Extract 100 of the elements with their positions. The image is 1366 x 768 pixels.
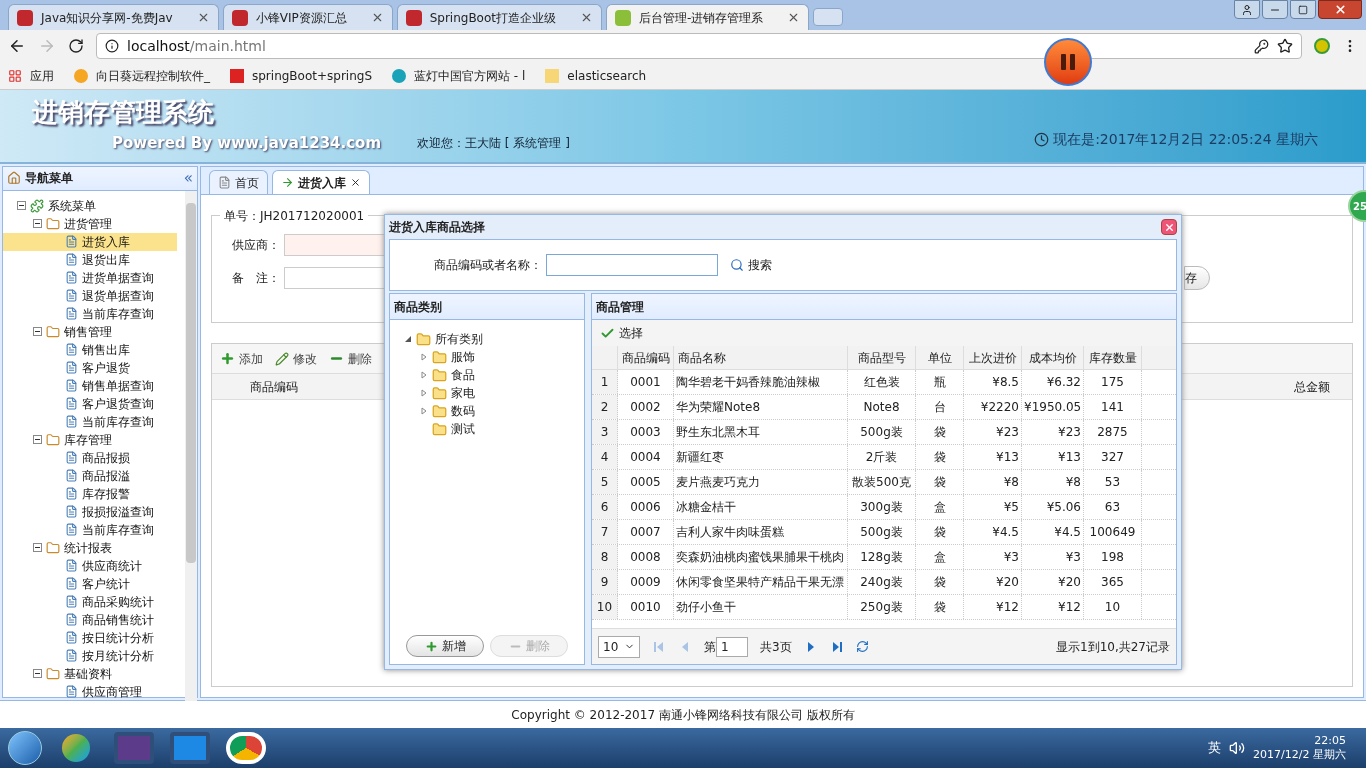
page-summary: 显示1到10,共27记录	[1056, 638, 1170, 656]
table-cell: ¥23	[1022, 420, 1084, 444]
dialog-title: 进货入库商品选择	[389, 219, 485, 236]
table-cell: 袋	[916, 520, 964, 544]
table-cell: ¥13	[964, 445, 1022, 469]
menu-label: 退货出库	[82, 251, 130, 269]
menu-label: 基础资料	[64, 665, 112, 683]
table-cell: 华为荣耀Note8	[674, 395, 848, 419]
menu-label: 当前库存查询	[82, 305, 154, 323]
row-number: 8	[592, 545, 618, 569]
table-cell: 红色装	[848, 370, 916, 394]
row-number: 9	[592, 570, 618, 594]
table-cell: ¥20	[1022, 570, 1084, 594]
table-cell: 冰糖金桔干	[674, 495, 848, 519]
table-cell: 0002	[618, 395, 674, 419]
copyright: Copyright © 2012-2017 南通小锋网络科技有限公司 版权所有	[511, 706, 855, 724]
table-cell: ¥23	[964, 420, 1022, 444]
table-cell: 175	[1084, 370, 1142, 394]
menu-label: 退货单据查询	[82, 287, 154, 305]
menu-label: 商品销售统计	[82, 611, 154, 629]
panel-title: 商品管理	[596, 298, 644, 316]
menu-label: 进货管理	[64, 215, 112, 233]
column-header: 总金额	[1293, 378, 1331, 396]
table-cell: 盒	[916, 545, 964, 569]
menu-label: 供应商管理	[82, 683, 142, 701]
page-label: 第	[704, 638, 716, 656]
table-cell: ¥8	[1022, 470, 1084, 494]
table-cell: 128g装	[848, 545, 916, 569]
row-number: 1	[592, 370, 618, 394]
table-cell: ¥6.32	[1022, 370, 1084, 394]
table-cell: 100649	[1084, 520, 1142, 544]
table-cell: 0006	[618, 495, 674, 519]
table-cell: 365	[1084, 570, 1142, 594]
table-cell: 休闲零食坚果特产精品干果无漂	[674, 570, 848, 594]
table-cell: ¥3	[964, 545, 1022, 569]
menu-label: 库存管理	[64, 431, 112, 449]
table-cell: 袋	[916, 470, 964, 494]
table-cell: 吉利人家牛肉味蛋糕	[674, 520, 848, 544]
panel-title: 导航菜单	[25, 170, 73, 188]
row-number: 7	[592, 520, 618, 544]
table-cell: 0001	[618, 370, 674, 394]
table-cell: 野生东北黑木耳	[674, 420, 848, 444]
menu-label: 销售管理	[64, 323, 112, 341]
row-number: 6	[592, 495, 618, 519]
table-cell: 0008	[618, 545, 674, 569]
table-cell: 2斤装	[848, 445, 916, 469]
table-cell: ¥4.5	[964, 520, 1022, 544]
table-cell: 台	[916, 395, 964, 419]
menu-label: 按日统计分析	[82, 629, 154, 647]
search-label: 商品编码或者名称：	[434, 257, 542, 274]
table-cell: 麦片燕麦巧克力	[674, 470, 848, 494]
menu-label: 进货入库	[82, 233, 130, 251]
page-count: 共3页	[760, 638, 792, 656]
powered-by: Powered By www.java1234.com	[111, 132, 382, 154]
field-label: 备 注：	[231, 270, 280, 287]
tab-title: 后台管理-进销存管理系	[639, 9, 765, 27]
row-number: 5	[592, 470, 618, 494]
table-cell: 63	[1084, 495, 1142, 519]
menu-label: 销售出库	[82, 341, 130, 359]
menu-label: 商品采购统计	[82, 593, 154, 611]
column-header: 商品编码	[249, 378, 299, 396]
table-cell: 500g装	[848, 520, 916, 544]
table-cell: 53	[1084, 470, 1142, 494]
app-title: 进销存管理系统	[32, 95, 215, 129]
menu-label: 商品报损	[82, 449, 130, 467]
table-cell: ¥1950.05	[1022, 395, 1084, 419]
row-number: 2	[592, 395, 618, 419]
menu-label: 系统菜单	[48, 197, 96, 215]
table-cell: 0004	[618, 445, 674, 469]
order-number: 单号：JH201712020001	[220, 207, 369, 225]
table-cell: ¥5	[964, 495, 1022, 519]
tab-title: Java知识分享网-免费Jav	[41, 9, 174, 27]
table-cell: 散装500克	[848, 470, 916, 494]
table-cell: 袋	[916, 570, 964, 594]
table-cell: 新疆红枣	[674, 445, 848, 469]
field-label: 供应商：	[231, 237, 280, 254]
table-cell: 袋	[916, 595, 964, 619]
menu-label: 统计报表	[64, 539, 112, 557]
table-cell: 141	[1084, 395, 1142, 419]
table-cell: ¥2220	[964, 395, 1022, 419]
menu-label: 当前库存查询	[82, 413, 154, 431]
table-cell: 0003	[618, 420, 674, 444]
table-cell: ¥12	[964, 595, 1022, 619]
table-cell: 2875	[1084, 420, 1142, 444]
tab-title: 小锋VIP资源汇总	[255, 9, 348, 27]
welcome-text: 欢迎您：王大陆 [ 系统管理 ]	[417, 135, 570, 152]
menu-label: 客户统计	[82, 575, 130, 593]
url-text: localhost/main.html	[127, 36, 266, 56]
row-number: 4	[592, 445, 618, 469]
table-cell: 袋	[916, 420, 964, 444]
table-cell: 198	[1084, 545, 1142, 569]
menu-label: 商品报溢	[82, 467, 130, 485]
table-cell: ¥20	[964, 570, 1022, 594]
table-cell: 0005	[618, 470, 674, 494]
table-cell: 250g装	[848, 595, 916, 619]
table-cell: 300g装	[848, 495, 916, 519]
panel-title: 商品类别	[394, 298, 442, 316]
table-cell: 盒	[916, 495, 964, 519]
table-cell: ¥8.5	[964, 370, 1022, 394]
menu-label: 客户退货查询	[82, 395, 154, 413]
